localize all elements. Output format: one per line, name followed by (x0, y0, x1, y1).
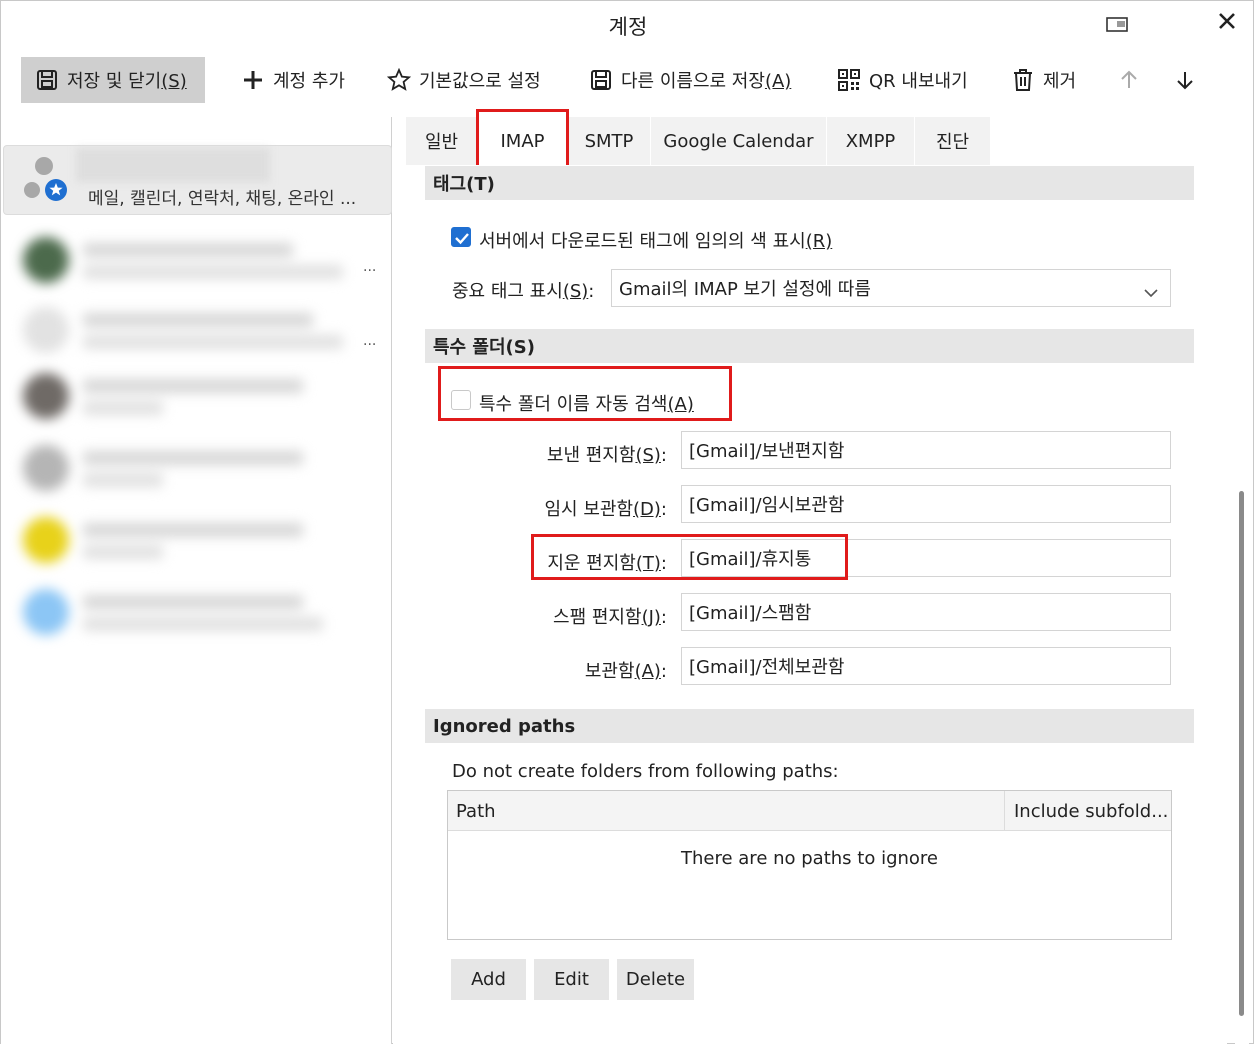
remove-button[interactable]: 제거 (1011, 57, 1076, 103)
important-tag-colon: : (588, 281, 595, 302)
spam-folder-label: 스팸 편지함(J): (471, 603, 667, 629)
save-close-accel: (S) (161, 71, 187, 92)
special-folders-header: 특수 폴더(S) (425, 329, 1194, 363)
archive-folder-input[interactable]: [Gmail]/전체보관함 (681, 647, 1171, 685)
delete-path-button[interactable]: Delete (617, 959, 694, 1000)
account-item-blurred[interactable] (23, 229, 357, 289)
trash-icon (1011, 68, 1035, 92)
save-as-icon (589, 68, 613, 92)
archive-folder-accel: (A) (634, 661, 661, 682)
account-item-blurred[interactable] (23, 581, 357, 641)
save-as-accel: (A) (764, 71, 792, 92)
important-tag-value: Gmail의 IMAP 보기 설정에 따름 (619, 279, 871, 300)
sent-folder-label: 보낸 편지함(S): (471, 441, 667, 467)
column-header-include-subfolders[interactable]: Include subfold... (1006, 791, 1171, 831)
account-ellipsis: ... (363, 259, 377, 275)
save-icon (35, 68, 59, 92)
account-item-blurred[interactable] (23, 437, 357, 497)
spam-folder-input[interactable]: [Gmail]/스팸함 (681, 593, 1171, 631)
highlight-imap-tab (476, 109, 569, 172)
move-up-button[interactable] (1117, 57, 1141, 103)
restore-icon[interactable] (1105, 13, 1131, 41)
add-path-button[interactable]: Add (451, 959, 526, 1000)
highlight-auto-detect (438, 366, 732, 421)
add-account-label: 계정 추가 (273, 71, 345, 92)
drafts-folder-label: 임시 보관함(D): (471, 495, 667, 521)
spam-folder-colon: : (660, 607, 667, 628)
sent-folder-colon: : (660, 445, 667, 466)
drafts-folder-accel: (D) (633, 499, 661, 520)
random-tag-colors-accel: (R) (805, 231, 833, 252)
drafts-folder-colon: : (660, 499, 667, 520)
account-avatar-icon (22, 156, 72, 210)
tab-smtp[interactable]: SMTP (568, 117, 651, 165)
column-header-path[interactable]: Path (448, 791, 1005, 831)
set-default-button[interactable]: 기본값으로 설정 (386, 57, 541, 103)
save-as-button[interactable]: 다른 이름으로 저장(A) (589, 57, 791, 103)
drafts-folder-text: 임시 보관함 (544, 499, 634, 520)
edit-path-button[interactable]: Edit (534, 959, 609, 1000)
tab-xmpp[interactable]: XMPP (827, 117, 915, 165)
drafts-folder-input[interactable]: [Gmail]/임시보관함 (681, 485, 1171, 523)
accounts-window: 계정 저장 및 닫기(S) 계정 추가 기본값으로 설정 다른 이름으로 저장(… (0, 0, 1254, 1044)
ignored-paths-header: Ignored paths (425, 709, 1194, 743)
close-icon[interactable] (1215, 9, 1239, 39)
archive-folder-label: 보관함(A): (471, 657, 667, 683)
qr-export-label: QR 내보내기 (869, 71, 968, 92)
tab-google-calendar[interactable]: Google Calendar (651, 117, 827, 165)
save-as-label: 다른 이름으로 저장 (621, 71, 765, 92)
move-down-button[interactable] (1173, 57, 1197, 103)
important-tag-text: 중요 태그 표시 (452, 281, 563, 302)
archive-folder-text: 보관함 (584, 661, 635, 682)
archive-folder-colon: : (660, 661, 667, 682)
scrollbar-thumb[interactable] (1239, 491, 1244, 1016)
account-item-blurred[interactable] (23, 299, 357, 359)
sent-folder-accel: (S) (635, 445, 661, 466)
account-item-blurred[interactable] (23, 365, 357, 425)
qr-code-icon (837, 68, 861, 92)
account-name-redacted (76, 148, 270, 182)
arrow-up-icon (1117, 68, 1141, 92)
chevron-down-icon (1144, 282, 1158, 303)
account-subtitle: 메일, 캘린더, 연락처, 채팅, 온라인 ... (88, 189, 357, 209)
checkmark-icon (455, 233, 469, 245)
important-tag-label: 중요 태그 표시(S): (452, 277, 594, 303)
qr-export-button[interactable]: QR 내보내기 (837, 57, 968, 103)
ignored-paths-description: Do not create folders from following pat… (452, 761, 839, 782)
account-item-selected[interactable]: 메일, 캘린더, 연락처, 채팅, 온라인 ... (3, 145, 392, 215)
account-ellipsis: ... (363, 333, 377, 349)
add-account-button[interactable]: 계정 추가 (241, 57, 345, 103)
spam-folder-text: 스팸 편지함 (553, 607, 642, 628)
save-close-button[interactable]: 저장 및 닫기(S) (21, 57, 205, 103)
window-title: 계정 (608, 15, 648, 39)
plus-icon (241, 68, 265, 92)
ignored-paths-table[interactable]: Path Include subfold... There are no pat… (447, 790, 1172, 940)
empty-table-message: There are no paths to ignore (681, 848, 938, 869)
save-close-label: 저장 및 닫기 (67, 71, 162, 92)
random-tag-colors-text: 서버에서 다운로드된 태그에 임의의 색 표시 (479, 231, 806, 252)
tags-section-header: 태그(T) (425, 166, 1194, 200)
tab-general[interactable]: 일반 (406, 117, 478, 165)
important-tag-select[interactable]: Gmail의 IMAP 보기 설정에 따름 (611, 269, 1171, 307)
table-header: Path Include subfold... (448, 791, 1171, 831)
sent-folder-text: 보낸 편지함 (546, 445, 636, 466)
arrow-down-icon (1173, 68, 1197, 92)
sent-folder-input[interactable]: [Gmail]/보낸편지함 (681, 431, 1171, 469)
account-item-blurred[interactable] (23, 509, 357, 569)
remove-label: 제거 (1043, 71, 1077, 92)
star-icon (386, 67, 412, 92)
set-default-label: 기본값으로 설정 (419, 71, 541, 92)
random-tag-colors-checkbox[interactable] (451, 227, 471, 247)
spam-folder-accel: (J) (641, 607, 661, 628)
tab-diagnostics[interactable]: 진단 (915, 117, 991, 165)
important-tag-accel: (S) (562, 281, 589, 302)
random-tag-colors-label[interactable]: 서버에서 다운로드된 태그에 임의의 색 표시(R) (479, 227, 832, 253)
highlight-trash-folder (531, 534, 848, 580)
